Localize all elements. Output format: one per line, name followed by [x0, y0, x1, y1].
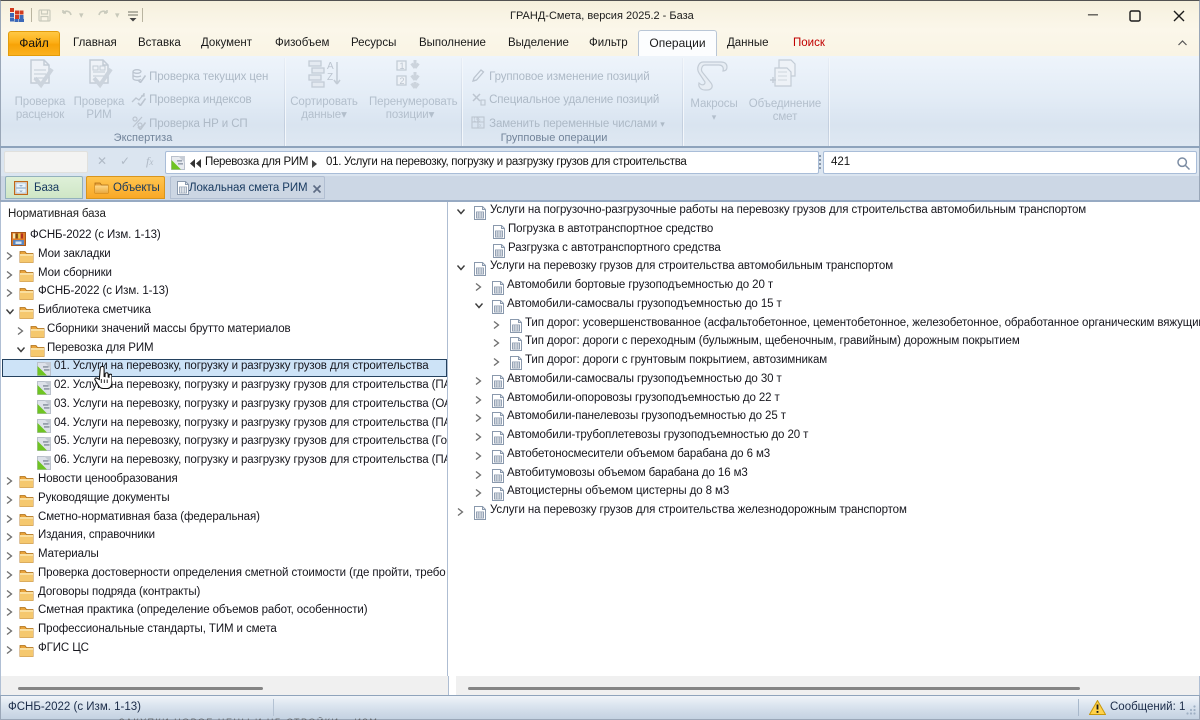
svg-text:A: A — [327, 61, 334, 72]
svg-text:1: 1 — [400, 61, 405, 71]
svg-text:2: 2 — [400, 76, 405, 86]
svg-text:Z: Z — [327, 72, 333, 83]
